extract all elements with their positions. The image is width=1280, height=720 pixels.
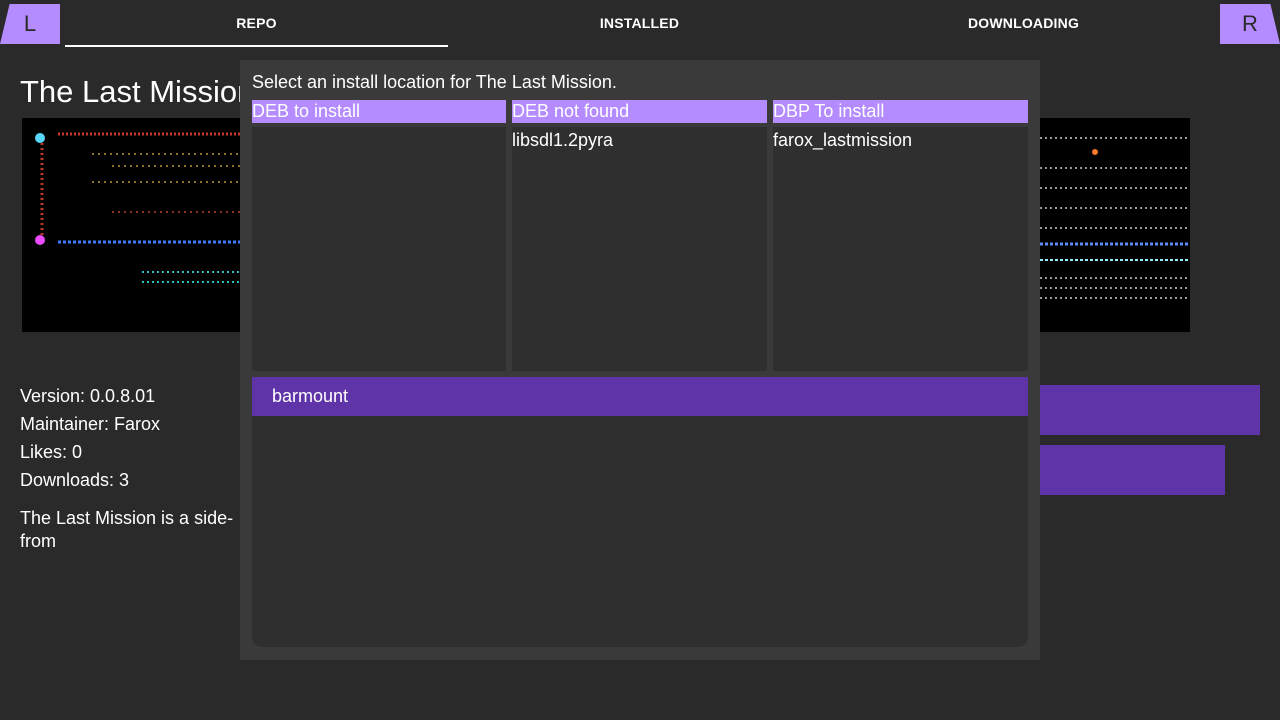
likes-text: Likes: 0 bbox=[20, 442, 83, 462]
dbp-to-install-header: DBP To install bbox=[773, 100, 1028, 123]
secondary-button-background[interactable] bbox=[1040, 445, 1225, 495]
downloads-text: Downloads: 3 bbox=[20, 470, 130, 490]
version-text: Version: 0.0.8.01 bbox=[20, 386, 156, 406]
location-option-label: barmount bbox=[272, 386, 349, 406]
install-location-dialog: Select an install location for The Last … bbox=[240, 60, 1040, 660]
deb-to-install-header: DEB to install bbox=[252, 100, 506, 123]
deb-not-found-header-label: DEB not found bbox=[512, 101, 630, 121]
tab-downloading[interactable]: DOWNLOADING bbox=[832, 0, 1215, 46]
dialog-title: Select an install location for The Last … bbox=[252, 72, 617, 92]
page-title: The Last Mission bbox=[20, 74, 255, 109]
deb-to-install-header-label: DEB to install bbox=[252, 101, 361, 121]
location-option-barmount[interactable]: barmount bbox=[252, 377, 1028, 416]
list-item: farox_lastmission bbox=[773, 130, 913, 150]
dbp-to-install-header-label: DBP To install bbox=[773, 101, 885, 121]
tab-installed[interactable]: INSTALLED bbox=[448, 0, 831, 46]
deb-to-install-list bbox=[252, 127, 506, 371]
tab-repo[interactable]: REPO bbox=[65, 0, 448, 47]
list-item: libsdl1.2pyra bbox=[512, 130, 614, 150]
install-location-list: barmount bbox=[252, 377, 1028, 647]
maintainer-text: Maintainer: Farox bbox=[20, 414, 161, 434]
game-screenshot-2 bbox=[1040, 118, 1190, 332]
right-shoulder-button[interactable]: R bbox=[1220, 4, 1280, 44]
left-shoulder-label: L bbox=[23, 11, 37, 36]
dbp-to-install-list: farox_lastmission bbox=[773, 127, 1028, 371]
deb-not-found-list: libsdl1.2pyra bbox=[512, 127, 767, 371]
game-screenshot-1 bbox=[22, 118, 262, 332]
deb-not-found-header: DEB not found bbox=[512, 100, 767, 123]
tab-downloading-label: DOWNLOADING bbox=[967, 15, 1080, 31]
tab-repo-label: REPO bbox=[236, 14, 277, 31]
right-shoulder-label: R bbox=[1242, 11, 1258, 36]
tab-installed-label: INSTALLED bbox=[599, 15, 680, 31]
left-shoulder-button[interactable]: L bbox=[0, 4, 60, 44]
install-button-background[interactable] bbox=[1040, 385, 1260, 435]
